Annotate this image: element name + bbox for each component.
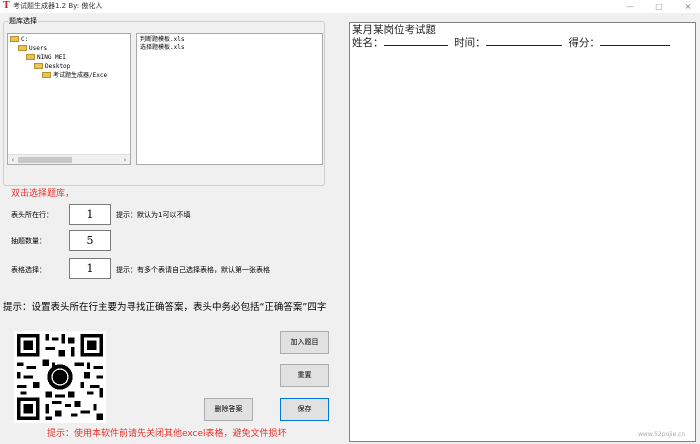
score-label: 得分： <box>568 37 600 49</box>
exam-title: 某月某岗位考试题 <box>352 24 436 36</box>
tree-node-selected[interactable]: 考试题生成器/Exce <box>42 71 107 81</box>
close-button[interactable]: × <box>674 0 700 13</box>
name-label: 姓名： <box>352 37 384 49</box>
bottom-warning: 提示：使用本软件前请先关闭其他excel表格，避免文件损坏 <box>47 429 287 439</box>
header-row-input[interactable]: 1 <box>69 204 111 225</box>
sheet-input[interactable]: 1 <box>69 258 111 279</box>
count-label: 抽题数量： <box>11 237 46 245</box>
folder-icon <box>10 35 19 42</box>
scroll-thumb[interactable] <box>18 157 72 163</box>
header-tip: 提示：设置表头所在行主要为寻找正确答案，表头中务必包括“正确答案”四字 <box>3 302 327 313</box>
reset-button[interactable]: 重置 <box>280 364 329 387</box>
main-client-area: 题库选择 C: Users NING MEI Desktop 考试题生成器/Ex… <box>0 13 700 444</box>
name-blank <box>383 36 448 46</box>
count-input[interactable]: 5 <box>69 230 111 251</box>
exam-preview-panel[interactable]: 某月某岗位考试题 姓名： 时间： 得分： <box>349 22 696 442</box>
score-blank <box>599 36 670 46</box>
header-row-hint: 提示：默认为1可以不填 <box>116 211 191 219</box>
window-title: 考试题生成器1.2 By: 傲化人 <box>13 2 103 10</box>
question-bank-group: 题库选择 C: Users NING MEI Desktop 考试题生成器/Ex… <box>3 16 325 186</box>
time-blank <box>485 36 562 46</box>
minimize-button[interactable]: — <box>616 0 644 13</box>
file-item[interactable]: 选择题模板.xls <box>140 44 319 52</box>
header-row-label: 表头所在行： <box>11 211 53 219</box>
tree-horizontal-scrollbar[interactable]: ‹ › <box>8 154 130 164</box>
double-click-hint: 双击选择题库， <box>11 189 75 199</box>
folder-icon <box>34 62 43 69</box>
group-label: 题库选择 <box>8 16 38 26</box>
watermark: www.52pojie.cn <box>638 431 686 438</box>
scroll-right-icon[interactable]: › <box>120 155 130 164</box>
maximize-button[interactable]: □ <box>645 0 673 13</box>
qr-code-image <box>14 331 106 423</box>
file-item[interactable]: 判断题模板.xls <box>140 36 319 44</box>
folder-icon <box>18 44 27 51</box>
folder-icon <box>26 53 35 60</box>
title-bar: T 考试题生成器1.2 By: 傲化人 — □ × <box>0 0 700 13</box>
save-button[interactable]: 保存 <box>280 398 329 421</box>
sheet-label: 表格选择： <box>11 266 46 274</box>
add-question-button[interactable]: 加入题目 <box>280 331 329 354</box>
scroll-left-icon[interactable]: ‹ <box>8 155 18 164</box>
time-label: 时间： <box>454 37 486 49</box>
sheet-hint: 提示：有多个表请自己选择表格，默认第一张表格 <box>116 266 270 274</box>
app-icon: T <box>3 1 10 11</box>
folder-tree[interactable]: C: Users NING MEI Desktop 考试题生成器/Exce ‹ … <box>7 33 131 165</box>
folder-icon <box>42 71 51 78</box>
delete-answer-button[interactable]: 删除答案 <box>204 398 253 421</box>
template-file-list[interactable]: 判断题模板.xls 选择题模板.xls <box>136 33 323 165</box>
exam-info-line: 姓名： 时间： 得分： <box>352 36 670 49</box>
